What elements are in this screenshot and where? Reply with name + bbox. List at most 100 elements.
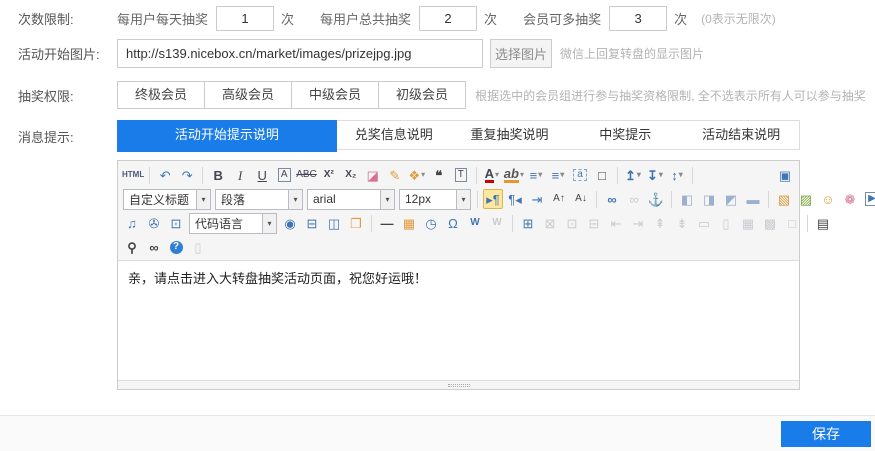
- fullscreen-icon[interactable]: ▣: [775, 165, 795, 185]
- omega-icon[interactable]: Ω: [443, 213, 463, 233]
- img-align-left-icon[interactable]: ◧: [677, 189, 697, 209]
- quickformat-icon[interactable]: ❖▾: [407, 165, 427, 185]
- redo-icon[interactable]: ↷: [177, 165, 197, 185]
- toolbar-separator: [768, 191, 769, 208]
- fontsize-up-icon[interactable]: A↑: [549, 189, 569, 209]
- img-align-right-icon[interactable]: ◩: [721, 189, 741, 209]
- paste-text-icon[interactable]: T: [451, 165, 471, 185]
- find-replace-icon[interactable]: ∞: [144, 237, 164, 257]
- pick-image-button[interactable]: 选择图片: [490, 39, 552, 68]
- member-extra-draw-unit: 次: [674, 9, 687, 28]
- member-btn-middle[interactable]: 中级会员: [292, 81, 379, 109]
- multi-image-icon[interactable]: ▨: [796, 189, 816, 209]
- new-page-icon[interactable]: □: [592, 165, 612, 185]
- inline-style-icon[interactable]: a: [570, 165, 590, 185]
- paste-word-icon[interactable]: W: [465, 213, 485, 233]
- total-draw-input[interactable]: [419, 6, 477, 31]
- save-button[interactable]: 保存: [781, 421, 871, 447]
- unordered-list-icon[interactable]: ≡▾: [548, 165, 568, 185]
- paragraph-select[interactable]: 段落▾: [215, 189, 303, 210]
- palette-icon[interactable]: ❁: [840, 189, 860, 209]
- tab-win-prize-note[interactable]: 中奖提示: [567, 121, 683, 149]
- toolbar-separator: [596, 191, 597, 208]
- align-top-icon[interactable]: ↥▾: [623, 165, 643, 185]
- search-icon[interactable]: ⚲: [122, 237, 142, 257]
- chevron-down-icon[interactable]: ▾: [262, 214, 276, 233]
- heading-select[interactable]: 自定义标题▾: [123, 189, 211, 210]
- split-cells-icon: ▩: [760, 213, 780, 233]
- removeformat-icon[interactable]: ◪: [363, 165, 383, 185]
- toolbar-separator: [617, 167, 618, 184]
- italic-icon[interactable]: I: [230, 165, 250, 185]
- total-draw-unit: 次: [484, 9, 497, 28]
- tab-activity-start-note[interactable]: 活动开始提示说明: [117, 120, 337, 152]
- attachment-icon[interactable]: ✇: [144, 213, 164, 233]
- img-align-inline-icon[interactable]: ◨: [699, 189, 719, 209]
- line-height-icon[interactable]: ↕▾: [667, 165, 687, 185]
- editor-content[interactable]: 亲，请点击进入大转盘抽奖活动页面，祝您好运哦！: [118, 261, 799, 380]
- image-icon[interactable]: ▧: [774, 189, 794, 209]
- link-icon[interactable]: ∞: [602, 189, 622, 209]
- bold-icon[interactable]: B: [208, 165, 228, 185]
- message-tabs: 活动开始提示说明兑奖信息说明重复抽奖说明中奖提示活动结束说明: [117, 120, 800, 150]
- code-icon[interactable]: ◉: [280, 213, 300, 233]
- blockquote-icon[interactable]: ❝: [429, 165, 449, 185]
- calendar-icon[interactable]: ▦: [399, 213, 419, 233]
- tab-repeat-draw-note[interactable]: 重复抽奖说明: [452, 121, 568, 149]
- text-border-icon[interactable]: A: [274, 165, 294, 185]
- image-row-label: 活动开始图片:: [0, 44, 117, 63]
- music-icon[interactable]: ♫: [122, 213, 142, 233]
- hilitecolor-icon[interactable]: ab▾: [504, 165, 524, 185]
- media-icon[interactable]: ▶: [862, 189, 875, 209]
- daily-draw-unit: 次: [281, 9, 294, 28]
- undo-icon[interactable]: ↶: [155, 165, 175, 185]
- member-extra-draw-input[interactable]: [609, 6, 667, 31]
- member-btn-ultimate[interactable]: 终极会员: [117, 81, 205, 109]
- clock-icon[interactable]: ◷: [421, 213, 441, 233]
- superscript-icon[interactable]: X²: [319, 165, 339, 185]
- table-delete-icon: ⊠: [540, 213, 560, 233]
- underline-icon[interactable]: U: [252, 165, 272, 185]
- align-bottom-icon[interactable]: ↧▾: [645, 165, 665, 185]
- pagebreak-icon[interactable]: ⊟: [302, 213, 322, 233]
- chevron-down-icon[interactable]: ▾: [196, 190, 210, 209]
- anchor-icon[interactable]: ⚓: [646, 189, 666, 209]
- chevron-down-icon[interactable]: ▾: [456, 190, 470, 209]
- tab-redeem-info-note[interactable]: 兑奖信息说明: [336, 121, 452, 149]
- ordered-list-icon[interactable]: ≡▾: [526, 165, 546, 185]
- member-btn-junior[interactable]: 初级会员: [379, 81, 466, 109]
- format-painter-icon[interactable]: ✎: [385, 165, 405, 185]
- subscript-icon[interactable]: X₂: [341, 165, 361, 185]
- cell-prop-icon: ⊟: [584, 213, 604, 233]
- chevron-down-icon[interactable]: ▾: [380, 190, 394, 209]
- strikethrough-icon[interactable]: ABC: [296, 165, 317, 185]
- message-row: 消息提示: 活动开始提示说明兑奖信息说明重复抽奖说明中奖提示活动结束说明: [0, 120, 875, 150]
- table-icon[interactable]: ⊞: [518, 213, 538, 233]
- emoticon-icon[interactable]: ☺: [818, 189, 838, 209]
- chevron-down-icon[interactable]: ▾: [288, 190, 302, 209]
- daily-draw-input[interactable]: [216, 6, 274, 31]
- message-row-label: 消息提示:: [0, 120, 117, 146]
- rtl-icon[interactable]: ¶◂: [505, 189, 525, 209]
- hr-icon[interactable]: —: [377, 213, 397, 233]
- editor-resize-bar[interactable]: [118, 380, 799, 389]
- ltr-icon[interactable]: ▸¶: [483, 189, 503, 209]
- template-icon[interactable]: ❐: [346, 213, 366, 233]
- help-icon[interactable]: ?: [166, 237, 186, 257]
- img-align-block-icon[interactable]: ▬: [743, 189, 763, 209]
- font-size-select[interactable]: 12px▾: [399, 189, 471, 210]
- image-hint: 微信上回复转盘的显示图片: [560, 45, 704, 62]
- member-btn-senior[interactable]: 高级会员: [205, 81, 292, 109]
- code-language-select[interactable]: 代码语言▾: [189, 213, 277, 234]
- map-icon[interactable]: ⊡: [166, 213, 186, 233]
- print-icon[interactable]: ▤: [813, 213, 833, 233]
- image-url-input[interactable]: [117, 39, 483, 68]
- tab-activity-end-note[interactable]: 活动结束说明: [683, 121, 799, 149]
- fontsize-down-icon[interactable]: A↓: [571, 189, 591, 209]
- forecolor-icon[interactable]: A▾: [482, 165, 502, 185]
- indent-icon[interactable]: ⇥: [527, 189, 547, 209]
- columns-icon[interactable]: ◫: [324, 213, 344, 233]
- html-source-icon[interactable]: HTML: [122, 165, 144, 185]
- toolbar-separator: [202, 167, 203, 184]
- font-family-select[interactable]: arial▾: [307, 189, 395, 210]
